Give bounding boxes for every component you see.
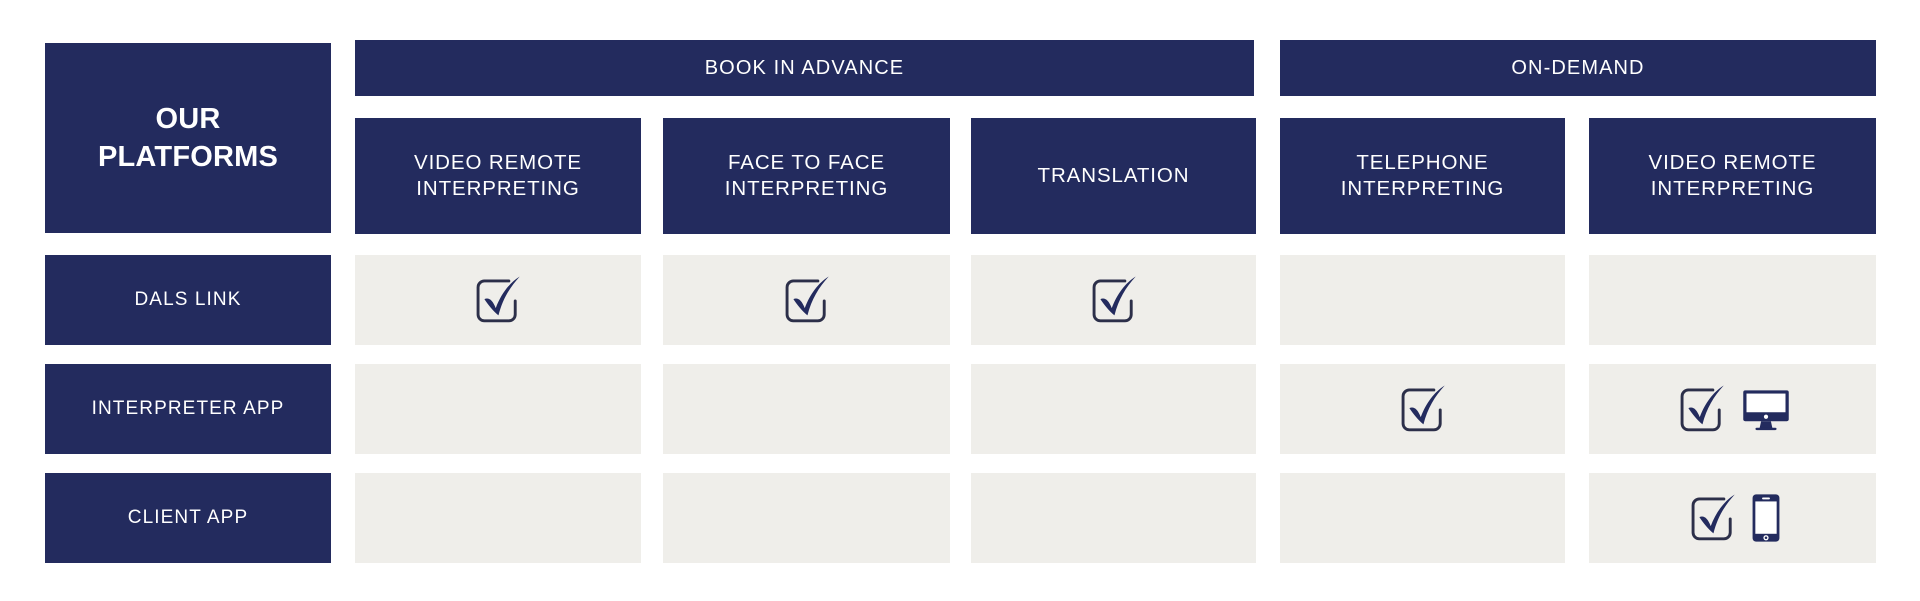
group-header-label: ON-DEMAND <box>1511 56 1645 79</box>
platforms-matrix: OUR PLATFORMS BOOK IN ADVANCE ON-DEMAND … <box>0 0 1920 601</box>
check-icon <box>1691 494 1735 541</box>
column-header-line-1: VIDEO REMOTE <box>1648 150 1817 174</box>
matrix-cell-interpreter-app-translation <box>971 364 1256 454</box>
row-label-interpreter-app: INTERPRETER APP <box>45 364 331 454</box>
matrix-cell-client-app-vri-ondemand <box>1589 473 1876 563</box>
matrix-cell-dals-link-vri-advance <box>355 255 641 345</box>
column-header-line-2: INTERPRETING <box>1650 177 1815 200</box>
column-header-line-1: FACE TO FACE <box>727 150 885 174</box>
column-header-face-to-face: FACE TO FACE INTERPRETING <box>663 118 950 234</box>
row-label-text: DALS LINK <box>134 289 242 310</box>
row-label-text: INTERPRETER APP <box>91 398 285 419</box>
matrix-cell-interpreter-app-vri-advance <box>355 364 641 454</box>
matrix-cell-client-app-face-to-face <box>663 473 950 563</box>
check-icon <box>1680 385 1724 432</box>
column-header-translation: TRANSLATION <box>971 118 1256 234</box>
group-header-on-demand: ON-DEMAND <box>1280 40 1876 96</box>
column-header-line-2: INTERPRETING <box>1340 177 1505 200</box>
matrix-cell-interpreter-app-telephone <box>1280 364 1565 454</box>
matrix-cell-client-app-vri-advance <box>355 473 641 563</box>
column-header-line-1: VIDEO REMOTE <box>414 150 582 174</box>
row-label-dals-link: DALS LINK <box>45 255 331 345</box>
desktop-monitor-icon <box>1743 390 1789 431</box>
column-header-telephone: TELEPHONE INTERPRETING <box>1280 118 1565 234</box>
column-header-line-1: TRANSLATION <box>1037 163 1190 187</box>
column-header-line-2: INTERPRETING <box>416 177 580 200</box>
matrix-cell-interpreter-app-vri-ondemand <box>1589 364 1876 454</box>
check-icon <box>785 276 829 323</box>
matrix-cell-client-app-telephone <box>1280 473 1565 563</box>
matrix-cell-client-app-translation <box>971 473 1256 563</box>
row-label-client-app: CLIENT APP <box>45 473 331 563</box>
check-icon <box>476 276 520 323</box>
page-title: OUR PLATFORMS <box>45 43 331 233</box>
column-header-line-2: INTERPRETING <box>724 177 889 200</box>
check-icon <box>1401 385 1445 432</box>
matrix-cell-dals-link-face-to-face <box>663 255 950 345</box>
row-label-text: CLIENT APP <box>127 507 249 528</box>
matrix-cell-dals-link-vri-ondemand <box>1589 255 1876 345</box>
page-title-line-2: PLATFORMS <box>97 141 279 173</box>
column-header-vri-advance: VIDEO REMOTE INTERPRETING <box>355 118 641 234</box>
column-header-vri-ondemand: VIDEO REMOTE INTERPRETING <box>1589 118 1876 234</box>
page-title-line-1: OUR <box>155 102 221 135</box>
smartphone-icon <box>1752 494 1780 542</box>
group-header-book-in-advance: BOOK IN ADVANCE <box>355 40 1254 96</box>
matrix-cell-interpreter-app-face-to-face <box>663 364 950 454</box>
matrix-cell-dals-link-translation <box>971 255 1256 345</box>
group-header-label: BOOK IN ADVANCE <box>704 56 905 79</box>
column-header-line-1: TELEPHONE <box>1356 150 1489 174</box>
matrix-cell-dals-link-telephone <box>1280 255 1565 345</box>
check-icon <box>1092 276 1136 323</box>
